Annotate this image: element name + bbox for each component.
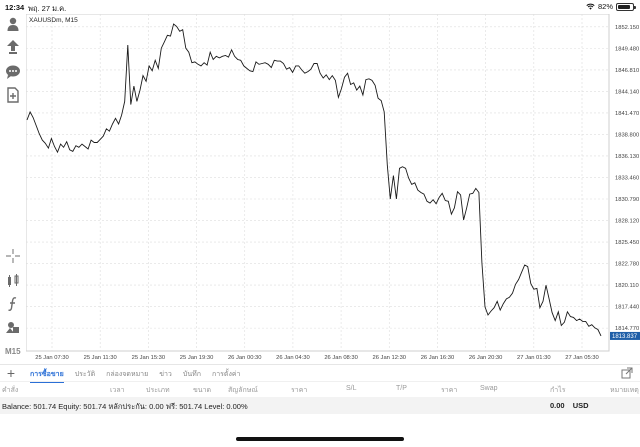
status-bar: 12:34 พฤ. 27 ม.ค. 82% bbox=[0, 0, 640, 14]
y-tick-label: 1820.110 bbox=[615, 283, 639, 289]
price-chart[interactable]: 1852.150 1849.480 1846.810 1844.140 1841.470… bbox=[26, 14, 640, 364]
column-header-9[interactable]: Swap bbox=[480, 385, 498, 392]
x-tick-label: 25 Jan 07:30 bbox=[35, 355, 69, 361]
timeframe-label[interactable]: M15 bbox=[5, 347, 21, 356]
objects-icon[interactable] bbox=[5, 319, 21, 335]
export-icon[interactable] bbox=[621, 367, 633, 379]
status-time: 12:34 bbox=[5, 3, 25, 12]
current-price-value: 1813.837 bbox=[612, 334, 638, 340]
y-tick-label: 1849.480 bbox=[615, 46, 639, 52]
column-header-5[interactable]: ราคา bbox=[291, 385, 307, 396]
balance-summary: Balance: 501.74 Equity: 501.74 หลักประกั… bbox=[2, 402, 248, 411]
indicators-icon[interactable] bbox=[5, 273, 21, 289]
x-tick-label: 25 Jan 19:30 bbox=[180, 355, 214, 361]
new-document-icon[interactable] bbox=[5, 87, 21, 103]
column-header-2[interactable]: ประเภท bbox=[146, 385, 170, 396]
account-icon[interactable] bbox=[5, 16, 21, 32]
chart-svg[interactable]: 1852.150 1849.480 1846.810 1844.140 1841.470… bbox=[26, 14, 640, 364]
chat-icon[interactable] bbox=[5, 64, 21, 80]
column-header-10[interactable]: กำไร bbox=[550, 385, 565, 396]
symbol-label: XAUUSDm, M15 bbox=[29, 17, 78, 24]
x-tick-label: 27 Jan 01:30 bbox=[517, 355, 551, 361]
home-indicator bbox=[236, 437, 404, 441]
x-tick-label: 26 Jan 16:30 bbox=[421, 355, 455, 361]
battery-percent: 82% bbox=[597, 2, 613, 11]
add-order-button[interactable]: + bbox=[4, 365, 18, 381]
column-header-4[interactable]: สัญลักษณ์ bbox=[228, 385, 258, 396]
total-profit: 0.00 USD bbox=[550, 401, 589, 410]
y-tick-label: 1822.780 bbox=[615, 262, 639, 268]
y-tick-label: 1830.790 bbox=[615, 197, 639, 203]
x-tick-label: 26 Jan 04:30 bbox=[276, 355, 310, 361]
left-toolbar: M15 bbox=[0, 14, 26, 364]
y-tick-label: 1817.440 bbox=[615, 305, 639, 311]
x-tick-label: 26 Jan 20:30 bbox=[469, 355, 503, 361]
x-tick-label: 26 Jan 00:30 bbox=[228, 355, 262, 361]
column-header-11[interactable]: หมายเหตุ bbox=[610, 385, 639, 396]
x-tick-label: 25 Jan 11:30 bbox=[84, 355, 117, 361]
y-tick-label: 1838.800 bbox=[615, 132, 639, 138]
battery-icon bbox=[616, 2, 636, 11]
column-header-0[interactable]: คำสั่ง bbox=[2, 385, 18, 396]
status-indicators: 82% bbox=[586, 2, 636, 11]
y-tick-label: 1852.150 bbox=[615, 25, 639, 31]
trade-icon[interactable] bbox=[5, 39, 21, 55]
y-tick-label: 1846.810 bbox=[615, 68, 639, 74]
y-tick-label: 1828.120 bbox=[615, 219, 639, 225]
y-tick-label: 1825.450 bbox=[615, 240, 639, 246]
column-header-3[interactable]: ขนาด bbox=[193, 385, 211, 396]
column-header-7[interactable]: T/P bbox=[396, 385, 407, 392]
y-tick-label: 1814.770 bbox=[615, 326, 639, 332]
column-header-1[interactable]: เวลา bbox=[110, 385, 125, 396]
terminal-tabs-bar: + การซื้อขาย ประวัติ กล่องจดหมาย ข่าว บันทึก… bbox=[0, 364, 640, 383]
function-icon[interactable] bbox=[5, 296, 21, 312]
x-tick-label: 27 Jan 05:30 bbox=[565, 355, 599, 361]
y-tick-label: 1836.130 bbox=[615, 154, 639, 160]
y-tick-label: 1841.470 bbox=[615, 111, 639, 117]
wifi-icon bbox=[586, 3, 595, 10]
current-price-tag: 1813.837 bbox=[610, 331, 640, 340]
x-tick-label: 25 Jan 15:30 bbox=[132, 355, 166, 361]
x-tick-label: 26 Jan 12:30 bbox=[373, 355, 407, 361]
orders-table-header: คำสั่ง เวลา ประเภท ขนาด สัญลักษณ์ ราคา S/L T/P ร… bbox=[0, 381, 640, 396]
column-header-6[interactable]: S/L bbox=[346, 385, 357, 392]
profit-currency: USD bbox=[572, 401, 589, 410]
y-tick-label: 1844.140 bbox=[615, 89, 639, 95]
balance-bar: Balance: 501.74 Equity: 501.74 หลักประกั… bbox=[0, 397, 640, 414]
total-profit-value: 0.00 bbox=[550, 401, 565, 410]
x-tick-label: 26 Jan 08:30 bbox=[324, 355, 358, 361]
y-tick-label: 1833.460 bbox=[615, 175, 639, 181]
column-header-8[interactable]: ราคา bbox=[441, 385, 457, 396]
crosshair-icon[interactable] bbox=[5, 248, 21, 264]
